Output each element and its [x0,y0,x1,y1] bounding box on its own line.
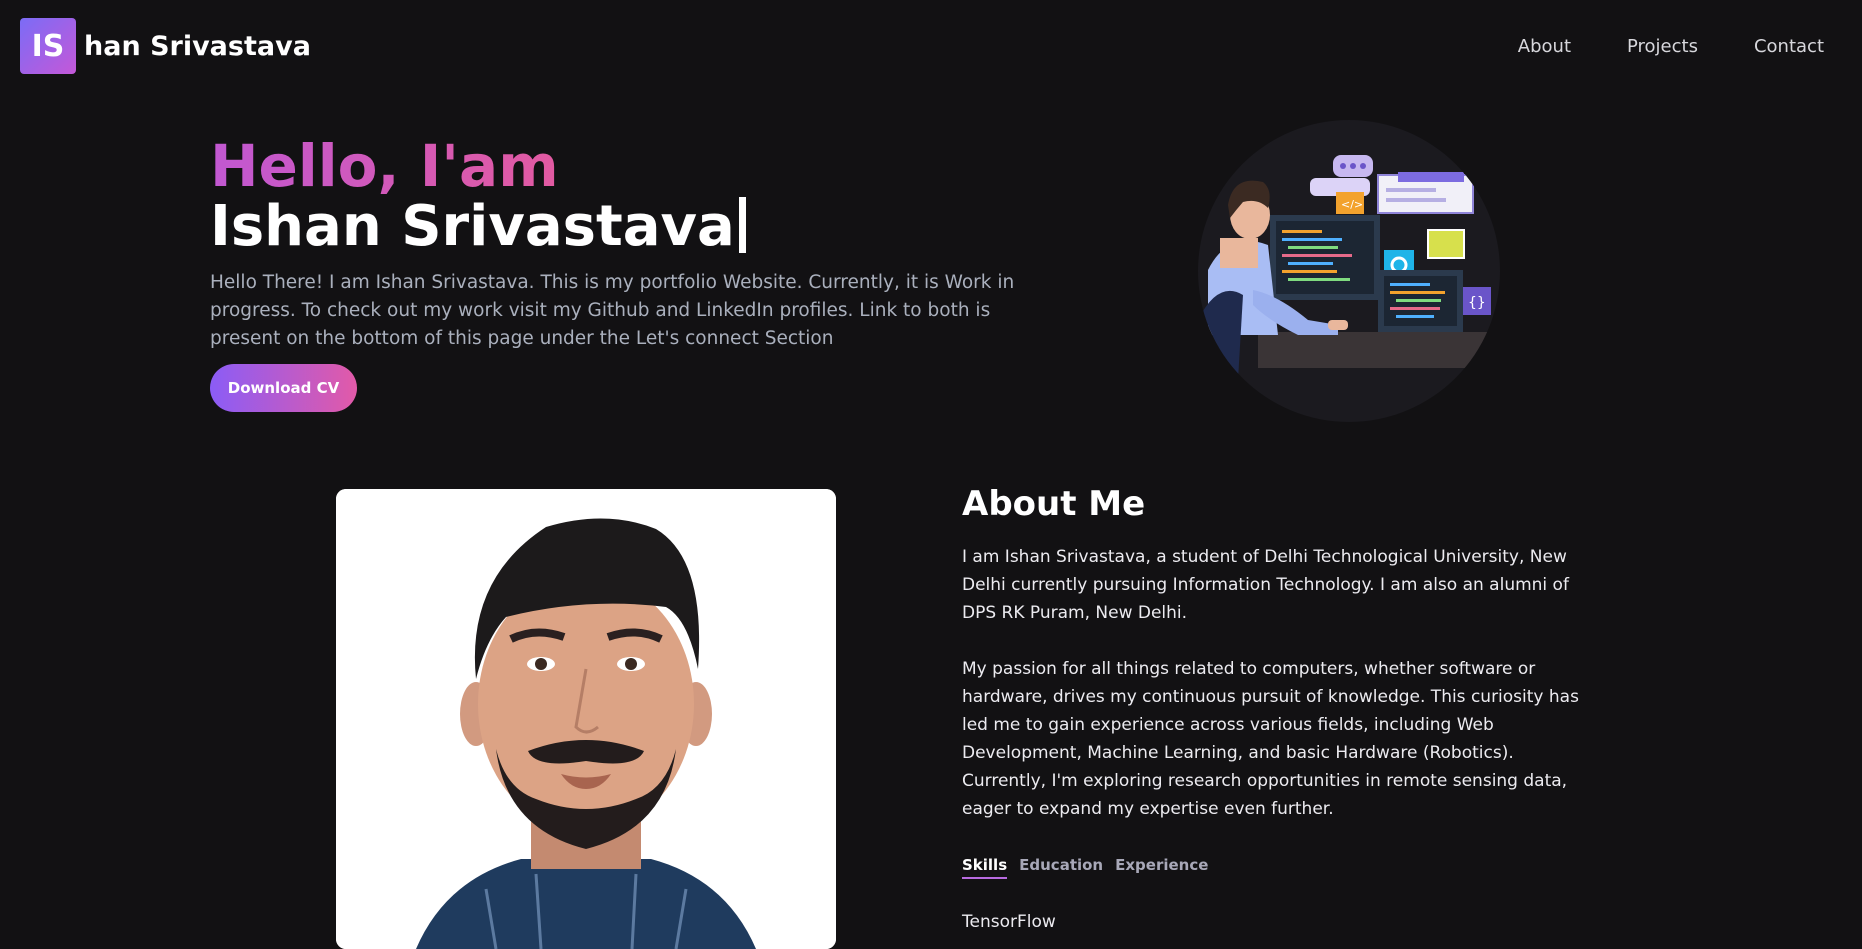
site-logo[interactable]: IS han Srivastava [20,18,311,74]
hero-name: Ishan Srivastava [210,194,746,260]
tab-experience[interactable]: Experience [1115,856,1208,879]
profile-photo [336,489,836,949]
skills-list-item: TensorFlow [962,912,1056,932]
about-tabs: Skills Education Experience [962,856,1208,879]
tab-education[interactable]: Education [1019,856,1103,879]
hero-name-text: Ishan Srivastava [210,194,735,259]
nav-link-projects[interactable]: Projects [1627,36,1698,57]
svg-text:{}: {} [1468,295,1486,311]
logo-text: han Srivastava [84,30,311,62]
nav-link-contact[interactable]: Contact [1754,36,1824,57]
nav-links: About Projects Contact [1518,36,1824,57]
developer-illustration: </> {} [1198,120,1500,422]
about-title: About Me [962,484,1146,524]
about-paragraph-1: I am Ishan Srivastava, a student of Delh… [962,547,1569,623]
hero-description: Hello There! I am Ishan Srivastava. This… [210,272,1015,349]
logo-badge: IS [20,18,76,74]
hero-greeting: Hello, I'am [210,132,559,200]
typing-caret [738,197,746,253]
download-cv-button[interactable]: Download CV [210,364,357,412]
nav-link-about[interactable]: About [1518,36,1571,57]
tab-skills[interactable]: Skills [962,856,1008,879]
svg-text:</>: </> [1341,198,1363,211]
top-nav: IS han Srivastava About Projects Contact [0,0,1862,92]
about-paragraph-2: My passion for all things related to com… [962,659,1579,819]
